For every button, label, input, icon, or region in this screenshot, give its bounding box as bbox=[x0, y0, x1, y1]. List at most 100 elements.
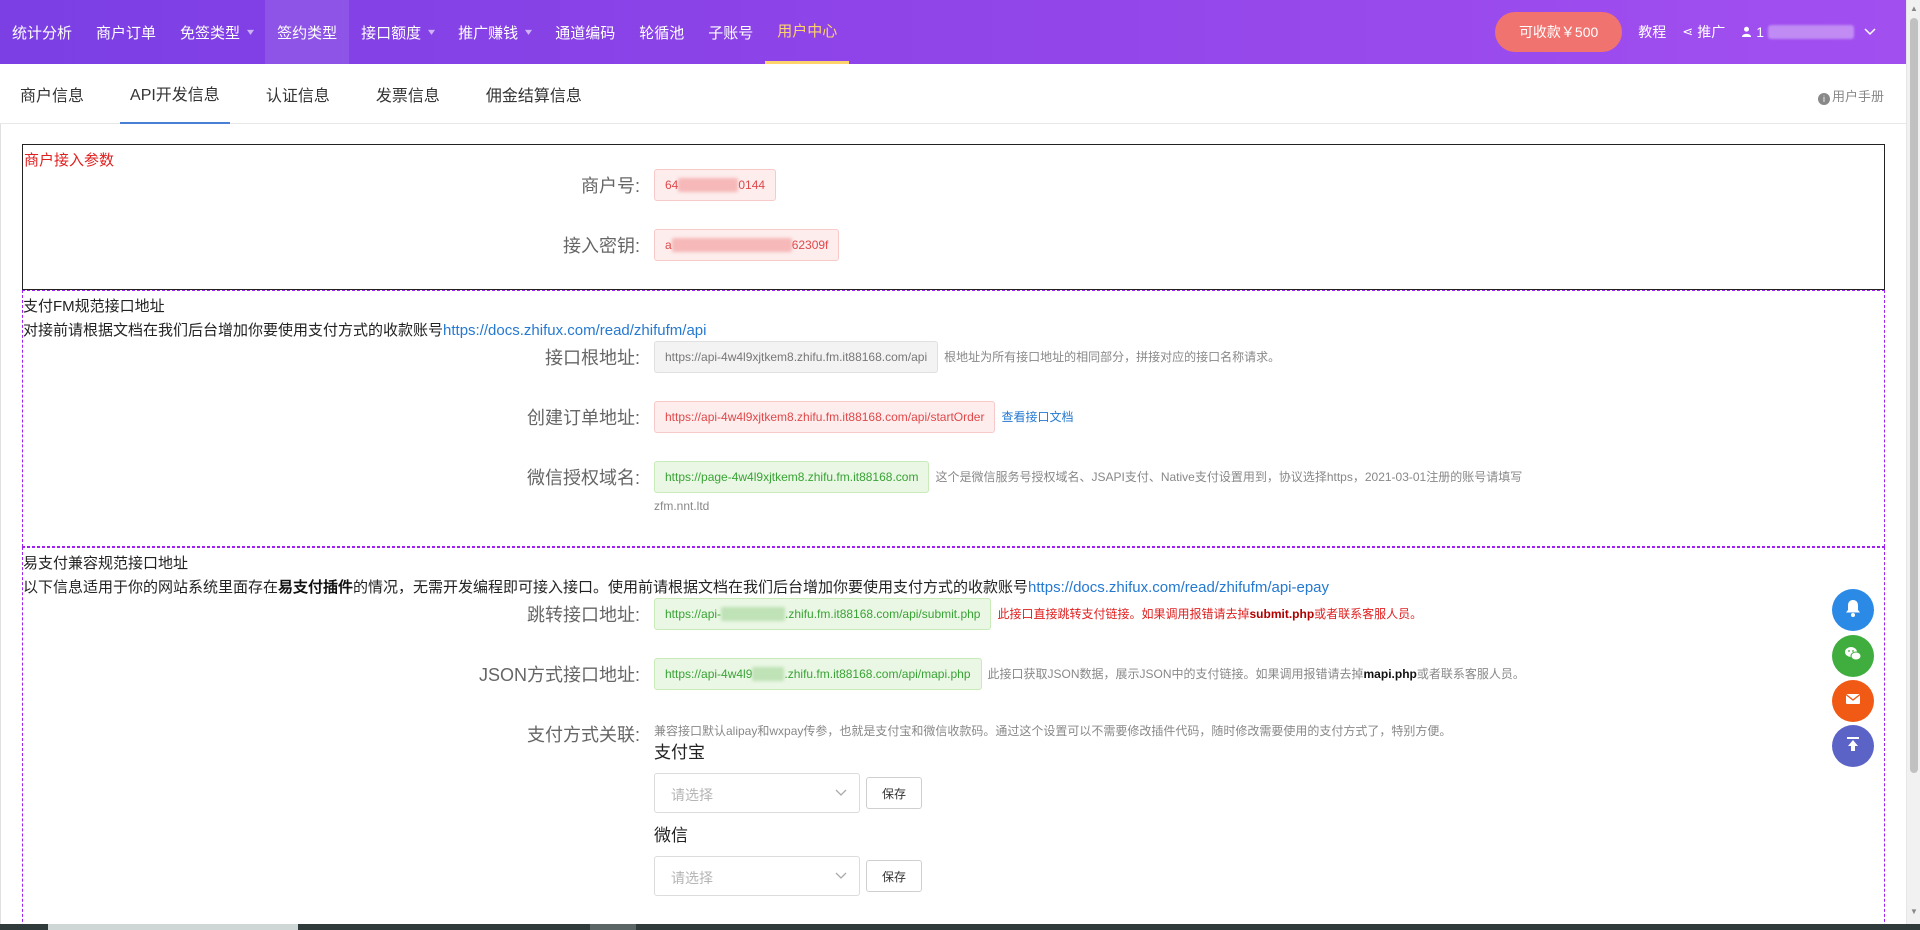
root-url-value: https://api-4w4l9xjtkem8.zhifu.fm.it8816… bbox=[654, 341, 939, 373]
section-desc: 以下信息适用于你的网站系统里面存在易支付插件的情况，无需开发编程即可接入接口。使… bbox=[23, 579, 1330, 596]
scroll-up-icon[interactable]: ▲ bbox=[1910, 4, 1918, 13]
section-title: 商户接入参数 bbox=[24, 152, 115, 169]
jump-url-note: 此接口直接跳转支付链接。如果调用报错请去掉submit.php或者联系客服人员。 bbox=[997, 607, 1423, 621]
create-order-row: 创建订单地址: https://api-4w4l9xjtkem8.zhifu.f… bbox=[23, 401, 1883, 435]
secret-label: 接入密钥: bbox=[562, 236, 640, 256]
wechat-select[interactable]: 请选择 bbox=[654, 856, 860, 896]
root-url-note: 根地址为所有接口地址的相同部分，拼接对应的接口名称请求。 bbox=[944, 350, 1281, 364]
share-icon: ⋖ bbox=[1682, 24, 1694, 39]
taskbar-segment bbox=[590, 924, 636, 930]
chevron-down-icon: ▾ bbox=[247, 26, 255, 38]
section-title: 易支付兼容规范接口地址 bbox=[23, 555, 189, 572]
chevron-down-icon bbox=[835, 784, 847, 800]
merchant-params-section: 商户接入参数 商户号: 64 0144 接入密钥: a 62309f bbox=[22, 144, 1885, 290]
page: 统计分析 商户订单 免签类型 ▾ 签约类型 接口额度 ▾ 推广赚钱 ▾ 通道编码 轮循… bbox=[0, 0, 1920, 930]
create-order-value: https://api-4w4l9xjtkem8.zhifu.fm.it8816… bbox=[654, 401, 996, 433]
merchant-no-value: 64 0144 bbox=[654, 169, 777, 201]
jump-url-row: 跳转接口地址: https://api- .zhifu.fm.it88168.co… bbox=[23, 598, 1883, 632]
scroll-down-icon[interactable]: ▼ bbox=[1910, 907, 1918, 916]
tab-api-dev-info[interactable]: API开发信息 bbox=[120, 64, 230, 124]
info-icon: i bbox=[1817, 93, 1830, 105]
jump-url-label: 跳转接口地址: bbox=[526, 605, 640, 625]
pay-mapping-label: 支付方式关联: bbox=[526, 725, 640, 745]
json-url-label: JSON方式接口地址: bbox=[478, 665, 640, 685]
sub-tabs: 商户信息 API开发信息 认证信息 发票信息 佣金结算信息 bbox=[0, 64, 1906, 124]
root-url-row: 接口根地址: https://api-4w4l9xjtkem8.zhifu.fm… bbox=[23, 341, 1883, 375]
section-desc: 对接前请根据文档在我们后台增加你要使用支付方式的收款账号https://docs… bbox=[23, 322, 707, 339]
arrow-up-icon bbox=[1843, 734, 1863, 759]
secret-row: 接入密钥: a 62309f bbox=[23, 229, 1883, 263]
tab-merchant-info[interactable]: 商户信息 bbox=[10, 64, 94, 124]
collect-amount-button[interactable]: 可收款￥500 bbox=[1494, 12, 1623, 52]
wechat-contact-button[interactable] bbox=[1832, 635, 1874, 677]
merchant-no-label: 商户号: bbox=[580, 176, 640, 196]
nav-right: 可收款￥500 教程 ⋖ 推广 1 bbox=[1494, 0, 1906, 64]
scrollbar-thumb[interactable] bbox=[1910, 18, 1918, 773]
nav-item-sub-account[interactable]: 子账号 bbox=[696, 0, 765, 64]
fm-api-section: 支付FM规范接口地址 对接前请根据文档在我们后台增加你要使用支付方式的收款账号h… bbox=[22, 290, 1885, 547]
user-menu[interactable]: 1 bbox=[1741, 24, 1876, 40]
jump-url-value: https://api- .zhifu.fm.it88168.com/api/su… bbox=[654, 598, 992, 630]
tab-auth-info[interactable]: 认证信息 bbox=[256, 64, 340, 124]
vertical-scrollbar[interactable]: ▲ ▼ bbox=[1906, 0, 1920, 930]
nav-item-stats[interactable]: 统计分析 bbox=[0, 0, 84, 64]
tab-invoice-info[interactable]: 发票信息 bbox=[366, 64, 450, 124]
secret-value: a 62309f bbox=[654, 229, 840, 261]
wechat-icon bbox=[1843, 644, 1863, 669]
wechat-domain-value: https://page-4w4l9xjtkem8.zhifu.fm.it881… bbox=[654, 461, 930, 493]
alipay-save-button[interactable]: 保存 bbox=[866, 777, 922, 809]
epay-api-section: 易支付兼容规范接口地址 以下信息适用于你的网站系统里面存在易支付插件的情况，无需… bbox=[22, 547, 1885, 930]
user-icon bbox=[1741, 25, 1752, 40]
json-url-row: JSON方式接口地址: https://api-4w4l9 .zhifu.fm.i… bbox=[23, 658, 1883, 692]
json-url-note: 此接口获取JSON数据，展示JSON中的支付链接。如果调用报错请去掉mapi.p… bbox=[987, 667, 1525, 681]
taskbar-strip bbox=[0, 924, 1920, 930]
create-order-label: 创建订单地址: bbox=[526, 408, 640, 428]
redacted-mask bbox=[721, 607, 786, 621]
user-manual-link[interactable]: i 用户手册 bbox=[1817, 86, 1884, 105]
nav-item-channel-code[interactable]: 通道编码 bbox=[543, 0, 627, 64]
merchant-no-row: 商户号: 64 0144 bbox=[23, 169, 1883, 203]
fm-doc-link[interactable]: https://docs.zhifux.com/read/zhifufm/api bbox=[443, 322, 706, 339]
pay-mapping-desc: 兼容接口默认alipay和wxpay传参，也就是支付宝和微信收款码。通过这个设置… bbox=[654, 724, 1452, 738]
chevron-down-icon bbox=[1864, 25, 1876, 39]
taskbar-segment bbox=[48, 924, 298, 930]
top-navbar: 统计分析 商户订单 免签类型 ▾ 签约类型 接口额度 ▾ 推广赚钱 ▾ 通道编码 轮循… bbox=[0, 0, 1906, 64]
tutorial-link[interactable]: 教程 bbox=[1638, 22, 1666, 42]
tab-commission-info[interactable]: 佣金结算信息 bbox=[476, 64, 592, 124]
nav-item-rotation-pool[interactable]: 轮循池 bbox=[627, 0, 696, 64]
promote-link[interactable]: ⋖ 推广 bbox=[1682, 22, 1725, 42]
nav-item-contract[interactable]: 签约类型 bbox=[265, 0, 350, 64]
chevron-down-icon: ▾ bbox=[428, 26, 436, 38]
redacted-mask bbox=[752, 667, 785, 681]
redacted-mask bbox=[671, 238, 792, 252]
wechat-save-button[interactable]: 保存 bbox=[866, 860, 922, 892]
epay-doc-link[interactable]: https://docs.zhifux.com/read/zhifufm/api… bbox=[1028, 579, 1329, 596]
nav-item-quota[interactable]: 接口额度 ▾ bbox=[349, 0, 446, 64]
email-contact-button[interactable] bbox=[1832, 680, 1874, 722]
alipay-select[interactable]: 请选择 bbox=[654, 773, 860, 813]
wechat-domain-label: 微信授权域名: bbox=[526, 468, 640, 488]
wechat-domain-row: 微信授权域名: https://page-4w4l9xjtkem8.zhifu.… bbox=[23, 461, 1883, 513]
bell-icon bbox=[1843, 598, 1863, 623]
root-url-label: 接口根地址: bbox=[544, 348, 640, 368]
notification-button[interactable] bbox=[1832, 589, 1874, 631]
nav-item-promote-earn[interactable]: 推广赚钱 ▾ bbox=[446, 0, 543, 64]
wechat-domain-note: 这个是微信服务号授权域名、JSAPI支付、Native支付设置用到，协议选择ht… bbox=[935, 470, 1523, 484]
view-api-doc-link[interactable]: 查看接口文档 bbox=[1001, 401, 1073, 433]
redacted-user-name bbox=[1768, 25, 1854, 39]
chevron-down-icon bbox=[835, 867, 847, 883]
chevron-down-icon: ▾ bbox=[525, 26, 533, 38]
main-content: 商户接入参数 商户号: 64 0144 接入密钥: a 62309f 支付FM规范接… bbox=[0, 124, 1906, 930]
back-to-top-button[interactable] bbox=[1832, 725, 1874, 767]
wechat-title: 微信 bbox=[654, 826, 688, 845]
mail-icon bbox=[1843, 689, 1863, 714]
nav-item-orders[interactable]: 商户订单 bbox=[84, 0, 168, 64]
nav-item-user-center[interactable]: 用户中心 bbox=[765, 0, 850, 64]
section-title: 支付FM规范接口地址 bbox=[23, 298, 165, 315]
wechat-domain-note-2: zfm.nnt.ltd bbox=[654, 499, 710, 513]
redacted-mask bbox=[678, 178, 739, 192]
user-id: 1 bbox=[1756, 24, 1764, 40]
pay-mapping-row: 支付方式关联: 兼容接口默认alipay和wxpay传参，也就是支付宝和微信收款… bbox=[23, 718, 1883, 752]
nav-item-free-sign[interactable]: 免签类型 ▾ bbox=[168, 0, 265, 64]
alipay-title: 支付宝 bbox=[654, 743, 705, 762]
